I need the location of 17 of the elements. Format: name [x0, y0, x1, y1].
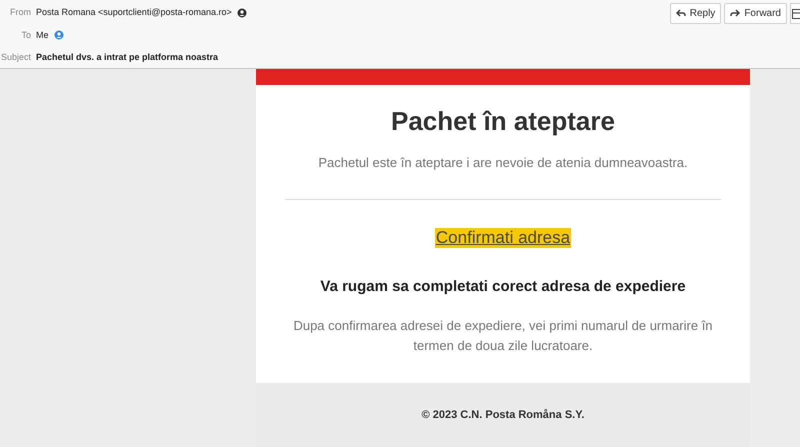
- reply-icon: [676, 9, 686, 18]
- from-label: From: [9, 6, 31, 19]
- reply-button[interactable]: Reply: [670, 3, 722, 24]
- subtitle: Pachetul este în ateptare i are nevoie de atenia dumneavoastra.: [318, 154, 688, 172]
- copyright-text: © 2023 C.N. Posta Romåna S.Y.: [422, 408, 584, 423]
- email-title: Pachet în ateptare: [391, 105, 615, 137]
- contact-icon[interactable]: [236, 8, 247, 18]
- subject-label: Subject: [0, 51, 31, 64]
- to-label: To: [20, 28, 31, 42]
- forward-icon: [730, 9, 740, 18]
- forward-button[interactable]: Forward: [724, 3, 787, 24]
- instruction-text: Dupa confirmarea adresei de expediere, vei primi numarul de urmarire în termen de doua zile lucratoare.: [292, 317, 714, 355]
- subject: Pachetul dvs. a intrat pe platforma noastra: [36, 51, 218, 64]
- instruction-heading: Va rugam sa completati corect adresa de expediere: [320, 276, 686, 296]
- confirm-address-link[interactable]: Confirmati adresa: [434, 228, 572, 248]
- recipient[interactable]: Me: [36, 28, 49, 42]
- sender[interactable]: Posta Romana <suportclienti@posta-romana.ro>: [36, 6, 232, 20]
